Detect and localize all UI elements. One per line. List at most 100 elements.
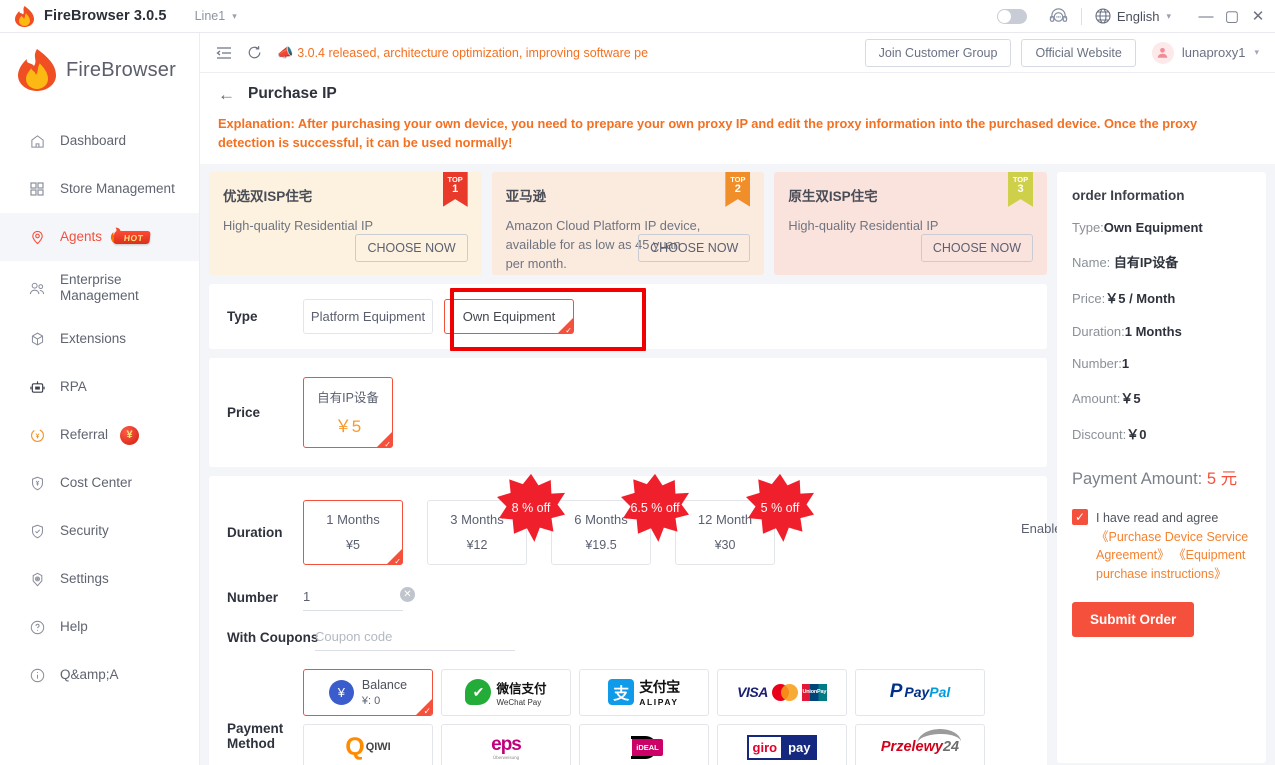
- payment-method-paypal[interactable]: P Pay Pal: [855, 668, 985, 716]
- sidebar-item-label: Store Management: [60, 181, 175, 197]
- sidebar-item-referral[interactable]: Referral ¥: [0, 411, 199, 459]
- refresh-icon[interactable]: [247, 45, 262, 60]
- order-price-key: Price:: [1072, 290, 1106, 306]
- payment-method-title: QIWI: [365, 741, 391, 754]
- yen-badge: ¥: [120, 425, 140, 445]
- agreement-text: I have read and agree: [1096, 510, 1219, 525]
- qiwi-icon: Q: [345, 733, 365, 762]
- type-row: Type Platform Equipment Own Equipment: [209, 284, 1047, 351]
- sidebar-item-enterprise-management[interactable]: Enterprise Management: [0, 261, 199, 315]
- type-option-own[interactable]: Own Equipment: [444, 298, 574, 335]
- language-chevron-down-icon[interactable]: ▾: [1166, 11, 1171, 22]
- sidebar: FireBrowser Dashboard Store Management A…: [0, 33, 200, 765]
- maximize-button[interactable]: ▢: [1219, 7, 1245, 25]
- payment-method-title: 微信支付: [496, 681, 547, 696]
- payment-method-qiwi[interactable]: Q QIWI: [303, 723, 433, 765]
- rank-word: TOP: [730, 174, 746, 184]
- line-selector-label[interactable]: Line1: [195, 9, 226, 23]
- unionpay-icon: UnionPay: [801, 683, 827, 701]
- sidebar-item-cost-center[interactable]: Cost Center: [0, 459, 199, 507]
- number-input[interactable]: [303, 584, 403, 611]
- back-arrow-icon[interactable]: ←: [218, 86, 235, 103]
- avatar[interactable]: [1151, 41, 1174, 64]
- sidebar-item-security[interactable]: Security: [0, 507, 199, 555]
- sidebar-item-qa[interactable]: Q&amp;A: [0, 651, 199, 699]
- promo-card[interactable]: 原生双ISP住宅 High-quality Residential IP CHO…: [774, 171, 1048, 275]
- sidebar-item-label: Q&amp;A: [60, 667, 119, 683]
- clear-icon[interactable]: ✕: [400, 586, 415, 602]
- payment-method-ideal[interactable]: iDEAL: [579, 723, 709, 765]
- close-button[interactable]: ✕: [1245, 7, 1271, 25]
- duration-label: Duration: [227, 524, 283, 540]
- sidebar-item-store-management[interactable]: Store Management: [0, 165, 199, 213]
- globe-icon[interactable]: [1095, 8, 1111, 24]
- promo-cards: 优选双ISP住宅 High-quality Residential IP CHO…: [209, 171, 1048, 275]
- sidebar-item-extensions[interactable]: Extensions: [0, 315, 199, 363]
- payment-method-label: Payment Method: [227, 720, 284, 751]
- content-scroll-region[interactable]: 优选双ISP住宅 High-quality Residential IP CHO…: [200, 164, 1275, 765]
- payment-method-wechat[interactable]: ✔ 微信支付 WeChat Pay: [441, 668, 571, 716]
- type-option-platform[interactable]: Platform Equipment: [303, 298, 433, 334]
- order-options-card: Duration 1 Months ¥5 3 Months ¥12 6 Mont…: [209, 473, 1222, 765]
- payment-amount-value: 5 元: [1206, 469, 1238, 488]
- sidebar-item-dashboard[interactable]: Dashboard: [0, 117, 199, 165]
- coupon-input[interactable]: [315, 624, 515, 651]
- page-title-row: ← Purchase IP: [218, 85, 1257, 103]
- promo-title: 亚马逊: [505, 188, 547, 204]
- promo-title: 原生双ISP住宅: [788, 188, 878, 204]
- choose-now-button[interactable]: CHOOSE NOW: [920, 233, 1034, 262]
- order-amount-value: ￥5: [1120, 390, 1141, 406]
- main-area: 📣 3.0.4 released, architecture optimizat…: [200, 33, 1275, 765]
- user-chevron-down-icon[interactable]: ▾: [1254, 47, 1259, 58]
- przelewy24-icon: Przelewy24: [881, 728, 962, 756]
- sidebar-item-settings[interactable]: Settings: [0, 555, 199, 603]
- language-label[interactable]: English: [1117, 9, 1160, 24]
- duration-option-price: ¥30: [714, 537, 736, 552]
- join-customer-group-button[interactable]: Join Customer Group: [864, 38, 1012, 67]
- alipay-icon: 支: [608, 679, 635, 706]
- payment-method-balance[interactable]: ¥ Balance ¥: 0: [303, 668, 433, 716]
- payment-method-credit-cards[interactable]: VISA UnionPay: [717, 668, 847, 716]
- hot-badge-label: HOT: [113, 230, 152, 244]
- puzzle-icon: [27, 332, 47, 347]
- rank-number: 3: [1017, 183, 1024, 196]
- payment-method-przelewy24[interactable]: Przelewy24: [855, 723, 985, 765]
- theme-toggle[interactable]: ☀: [996, 8, 1027, 24]
- collapse-sidebar-icon[interactable]: [216, 45, 232, 61]
- payment-method-sub: ALIPAY: [639, 697, 679, 708]
- price-label: Price: [227, 404, 261, 420]
- submit-order-button[interactable]: Submit Order: [1072, 601, 1195, 637]
- sidebar-item-help[interactable]: Help: [0, 603, 199, 651]
- minimize-button[interactable]: —: [1193, 8, 1219, 25]
- agreement-row: ✓ I have read and agree 《Purchase Device…: [1072, 508, 1251, 584]
- promo-card[interactable]: 亚马逊 Amazon Cloud Platform IP device, ava…: [491, 171, 765, 275]
- order-information-title: order Information: [1072, 187, 1185, 203]
- price-option[interactable]: 自有IP设备 ￥5: [303, 376, 393, 449]
- order-number-value: 1: [1121, 355, 1130, 371]
- order-type-value: Own Equipment: [1103, 219, 1203, 235]
- promo-card[interactable]: 优选双ISP住宅 High-quality Residential IP CHO…: [209, 171, 482, 275]
- megaphone-icon: 📣: [277, 44, 294, 60]
- username-label[interactable]: lunaproxy1: [1182, 45, 1246, 60]
- agreement-checkbox[interactable]: ✓: [1072, 508, 1088, 525]
- left-column: 优选双ISP住宅 High-quality Residential IP CHO…: [209, 171, 1222, 765]
- duration-option-1-month[interactable]: 1 Months ¥5: [303, 499, 403, 566]
- choose-now-button[interactable]: CHOOSE NOW: [638, 233, 751, 262]
- giropay-icon: giro pay: [746, 734, 818, 760]
- number-label: Number: [227, 590, 279, 606]
- official-website-button[interactable]: Official Website: [1021, 38, 1136, 67]
- payment-method-eps[interactable]: eps Überweisung: [441, 723, 571, 765]
- payment-method-alipay[interactable]: 支 支付宝 ALIPAY: [579, 668, 709, 716]
- order-discount-value: ￥0: [1126, 426, 1147, 442]
- payment-method-giropay[interactable]: giro pay: [717, 723, 847, 765]
- announcement-banner[interactable]: 📣 3.0.4 released, architecture optimizat…: [277, 45, 648, 61]
- chevron-down-icon[interactable]: ▾: [232, 11, 237, 22]
- headset-chat-icon[interactable]: [1049, 7, 1068, 26]
- promo-description: High-quality Residential IP: [223, 217, 374, 233]
- sidebar-item-agents[interactable]: Agents 🔥 HOT: [0, 213, 199, 261]
- sidebar-item-rpa[interactable]: RPA: [0, 363, 199, 411]
- order-duration-key: Duration:: [1072, 323, 1125, 339]
- choose-now-button[interactable]: CHOOSE NOW: [355, 233, 468, 262]
- order-duration-line: Duration:1 Months: [1072, 324, 1251, 339]
- order-information-panel: order Information Type:Own Equipment Nam…: [1057, 171, 1266, 763]
